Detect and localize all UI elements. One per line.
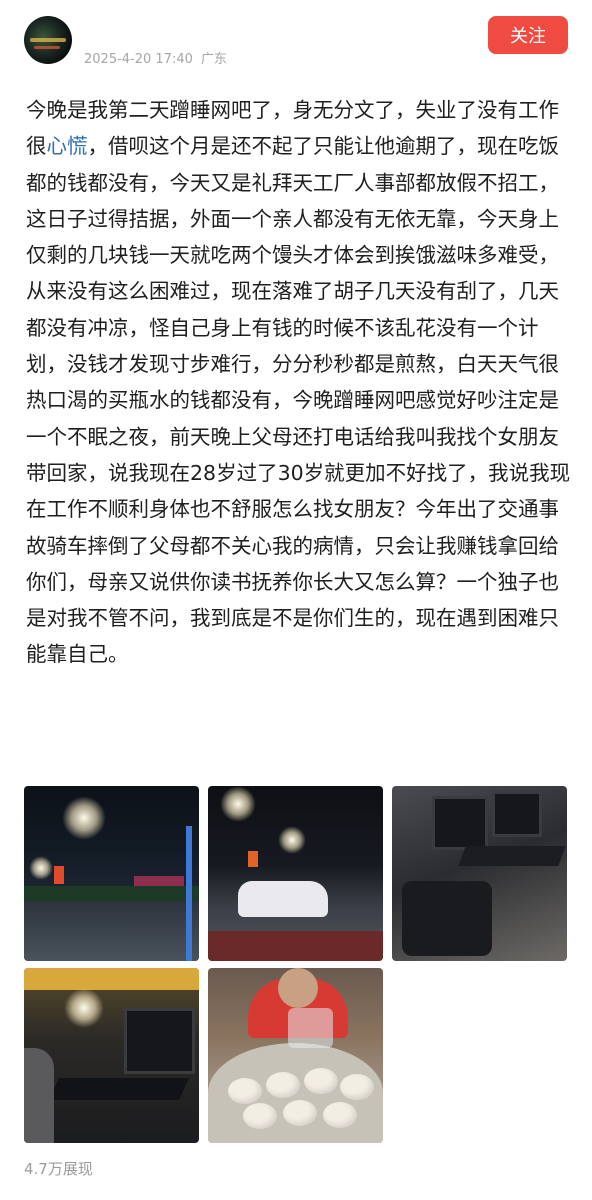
street-lamp xyxy=(278,826,306,854)
post-header: 2025-4-20 17:40 广东 关注 xyxy=(0,0,592,80)
curb xyxy=(208,931,383,961)
photo-night-street[interactable] xyxy=(24,786,199,961)
photo-internet-cafe[interactable] xyxy=(392,786,567,961)
bun xyxy=(266,1072,300,1098)
photo-road-car[interactable] xyxy=(208,786,383,961)
post-location: 广东 xyxy=(200,52,227,67)
vendor-face xyxy=(278,968,318,1008)
road xyxy=(24,901,199,961)
bun xyxy=(228,1078,262,1104)
post-meta: 2025-4-20 17:40 广东 xyxy=(84,48,227,67)
view-count: 4.7万展现 xyxy=(24,1160,93,1178)
bun xyxy=(283,1100,317,1126)
bun xyxy=(323,1102,357,1128)
bun xyxy=(243,1103,277,1129)
monitor xyxy=(432,796,488,850)
post-body: 今晚是我第二天蹭睡网吧了，身无分文了，失业了没有工作很心慌，借呗这个月是还不起了… xyxy=(26,92,571,673)
blue-pole xyxy=(186,826,192,961)
avatar-light xyxy=(34,46,60,49)
post-text: ，借呗这个月是还不起了只能让他逾期了，现在吃饭都的钱都没有，今天又是礼拜天工厂人… xyxy=(26,134,571,667)
photo-cafe-desk[interactable] xyxy=(24,968,199,1143)
keyboard xyxy=(48,1078,190,1100)
monitor xyxy=(124,1008,195,1074)
plastic-bag xyxy=(288,1008,333,1048)
car xyxy=(238,881,328,917)
chair xyxy=(24,1048,54,1143)
photo-grid xyxy=(24,786,570,1148)
topic-link[interactable]: 心慌 xyxy=(47,134,88,158)
traffic-light xyxy=(54,866,64,884)
keyboard xyxy=(458,846,566,866)
avatar-light xyxy=(30,38,66,42)
photo-steamed-buns[interactable] xyxy=(208,968,383,1143)
light-glare xyxy=(64,988,104,1028)
post-datetime: 2025-4-20 17:40 xyxy=(84,52,193,67)
chair xyxy=(402,881,492,956)
avatar[interactable] xyxy=(24,16,72,64)
street-lamp xyxy=(62,796,106,840)
street-lamp xyxy=(29,856,53,880)
street-lamp xyxy=(220,786,256,822)
bun xyxy=(304,1068,338,1094)
bun xyxy=(340,1074,374,1100)
traffic-light xyxy=(248,851,258,867)
follow-button[interactable]: 关注 xyxy=(488,16,568,54)
ceiling-light xyxy=(24,968,199,990)
monitor xyxy=(492,791,542,837)
